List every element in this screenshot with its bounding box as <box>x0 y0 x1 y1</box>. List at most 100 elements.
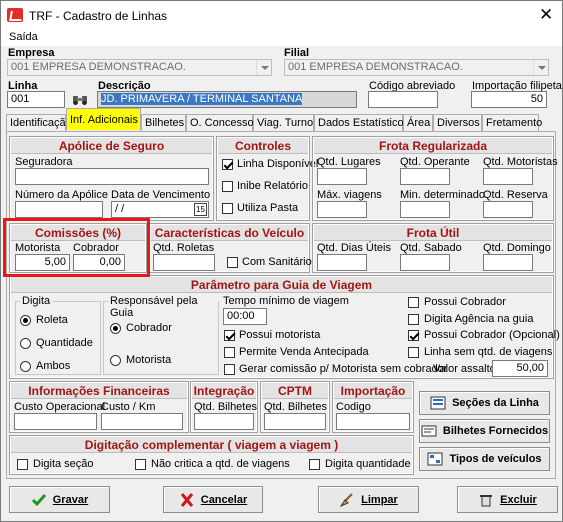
controles-panel: Controles Linha Disponível Inibe Relatór… <box>216 136 318 221</box>
qtd-lugares-input[interactable] <box>317 168 367 185</box>
linha-input[interactable]: 001 <box>7 91 65 108</box>
dias-uteis-input[interactable] <box>317 254 367 271</box>
ambos-radio[interactable] <box>20 361 31 372</box>
qtd-roletas-input[interactable] <box>153 254 215 271</box>
cobrador-radio-label: Cobrador <box>126 322 172 334</box>
gerar-comissao-label: Gerar comissão p/ Motorista sem cobrador <box>239 363 448 375</box>
digita-secao-checkbox[interactable] <box>17 459 28 470</box>
vencimento-label: Data de Vencimento <box>111 189 211 201</box>
digita-agencia-checkbox[interactable] <box>408 314 419 325</box>
roleta-radio[interactable] <box>20 315 31 326</box>
descricao-input[interactable]: JD. PRIMAVERA / TERMINAL SANTANA <box>97 91 357 108</box>
chevron-down-icon[interactable] <box>256 60 271 75</box>
tab-area[interactable]: Área <box>403 114 433 131</box>
qtd-operante-input[interactable] <box>400 168 450 185</box>
tipos-veiculos-button[interactable]: Tipos de veículos <box>419 447 550 471</box>
cancelar-label: Cancelar <box>200 493 248 506</box>
tab-diversos[interactable]: Diversos <box>433 114 482 131</box>
qtd-reserva-label: Qtd. Reserva <box>483 189 548 201</box>
nao-critica-label: Não critica a qtd. de viagens <box>151 458 290 470</box>
digita-quantidade-label: Digita quantidade <box>325 458 411 470</box>
empresa-select[interactable]: 001 EMPRESA DEMONSTRACAO. <box>7 59 272 76</box>
codigo-abreviado-input[interactable] <box>368 91 438 108</box>
linha-disponivel-checkbox[interactable] <box>222 159 233 170</box>
menu-saida[interactable]: Saída <box>9 31 38 43</box>
cptm-bilhetes-input[interactable] <box>264 413 326 430</box>
tab-o-concessor[interactable]: O. Concessor <box>186 114 257 131</box>
cancelar-button[interactable]: Cancelar <box>163 486 263 513</box>
inibe-relatorio-checkbox[interactable] <box>222 181 233 192</box>
tab-page-inf-adicionais: Apólice de Seguro Seguradora Número da A… <box>6 131 560 479</box>
motorista-radio[interactable] <box>110 355 121 366</box>
vencimento-input[interactable]: / / 15 <box>111 201 209 218</box>
min-determinado-input[interactable] <box>400 201 450 218</box>
tab-viag-turno[interactable]: Viag. Turno <box>253 114 314 131</box>
max-viagens-input[interactable] <box>317 201 367 218</box>
caracteristicas-panel: Características do Veículo Qtd. Roletas … <box>149 223 312 273</box>
importacao-filipeta-input[interactable]: 50 <box>471 91 547 108</box>
qtd-motoristas-input[interactable] <box>483 168 533 185</box>
quantidade-label: Quantidade <box>36 337 93 349</box>
tipos-veiculos-label: Tipos de veículos <box>449 453 542 465</box>
highlight-box <box>3 218 150 277</box>
nao-critica-checkbox[interactable] <box>135 459 146 470</box>
possui-motorista-checkbox[interactable] <box>224 330 235 341</box>
cptm-panel: CPTM Qtd. Bilhetes <box>260 381 330 433</box>
valor-assalto-label: Valor assalto: <box>433 363 499 375</box>
ambos-label: Ambos <box>36 360 71 372</box>
max-viagens-label: Máx. viagens <box>317 189 382 201</box>
digita-quantidade-checkbox[interactable] <box>309 459 320 470</box>
filial-select[interactable]: 001 EMPRESA DEMONSTRACAO. <box>284 59 549 76</box>
valor-assalto-input[interactable]: 50,00 <box>492 360 548 377</box>
app-logo-icon <box>7 8 23 22</box>
gerar-comissao-checkbox[interactable] <box>224 364 235 375</box>
importacao-title: Importação <box>334 383 412 399</box>
tab-fretamento[interactable]: Fretamento <box>482 114 542 131</box>
tab-strip: Identificação Inf. Adicionais Bilhetes O… <box>6 108 559 131</box>
calendar-icon[interactable]: 15 <box>194 203 207 216</box>
permite-venda-checkbox[interactable] <box>224 347 235 358</box>
tempo-minimo-input[interactable]: 00:00 <box>223 308 267 325</box>
motorista-radio-label: Motorista <box>126 354 172 366</box>
com-sanitario-checkbox[interactable] <box>227 257 238 268</box>
cobrador-radio[interactable] <box>110 323 121 334</box>
possui-cobrador-opcional-checkbox[interactable] <box>408 330 419 341</box>
broom-icon <box>339 492 355 507</box>
tab-inf-adicionais[interactable]: Inf. Adicionais <box>66 108 141 130</box>
custo-operacional-input[interactable] <box>14 413 97 430</box>
cancel-x-icon <box>179 492 195 507</box>
utiliza-pasta-checkbox[interactable] <box>222 203 233 214</box>
digita-secao-label: Digita seção <box>33 458 94 470</box>
importacao-codigo-input[interactable] <box>336 413 410 430</box>
tab-dados-estatisticos[interactable]: Dados Estatísticos <box>314 114 409 131</box>
filial-value: 001 EMPRESA DEMONSTRACAO. <box>288 61 463 73</box>
roleta-label: Roleta <box>36 314 68 326</box>
gravar-button[interactable]: Gravar <box>9 486 110 513</box>
qtd-reserva-input[interactable] <box>483 201 533 218</box>
custo-operacional-label: Custo Operacional <box>14 401 106 413</box>
linha-sem-qtd-checkbox[interactable] <box>408 347 419 358</box>
custo-km-input[interactable] <box>101 413 183 430</box>
possui-cobrador-checkbox[interactable] <box>408 297 419 308</box>
apolice-title: Apólice de Seguro <box>11 138 212 154</box>
domingo-input[interactable] <box>483 254 533 271</box>
integracao-bilhetes-input[interactable] <box>194 413 254 430</box>
limpar-button[interactable]: Limpar <box>318 486 419 513</box>
binoculars-icon[interactable] <box>71 93 89 107</box>
descricao-value: JD. PRIMAVERA / TERMINAL SANTANA <box>101 93 303 105</box>
integracao-panel: Integração Qtd. Bilhetes <box>190 381 258 433</box>
quantidade-radio[interactable] <box>20 338 31 349</box>
numero-apolice-input[interactable] <box>15 201 103 218</box>
tab-bilhetes[interactable]: Bilhetes <box>141 114 186 131</box>
tab-identificacao[interactable]: Identificação <box>6 114 72 131</box>
frota-regularizada-panel: Frota Regularizada Qtd. Lugares Qtd. Ope… <box>312 136 558 221</box>
secoes-linha-button[interactable]: Seções da Linha <box>419 391 550 415</box>
bilhetes-fornecidos-button[interactable]: Bilhetes Fornecidos <box>419 419 550 443</box>
close-icon[interactable]: ✕ <box>539 5 553 25</box>
inibe-relatorio-label: Inibe Relatório <box>237 180 308 192</box>
excluir-button[interactable]: Excluir <box>457 486 558 513</box>
chevron-down-icon[interactable] <box>533 60 548 75</box>
parametro-title: Parâmetro para Guia de Viagem <box>11 277 552 293</box>
sabado-input[interactable] <box>400 254 450 271</box>
seguradora-input[interactable] <box>15 168 209 185</box>
